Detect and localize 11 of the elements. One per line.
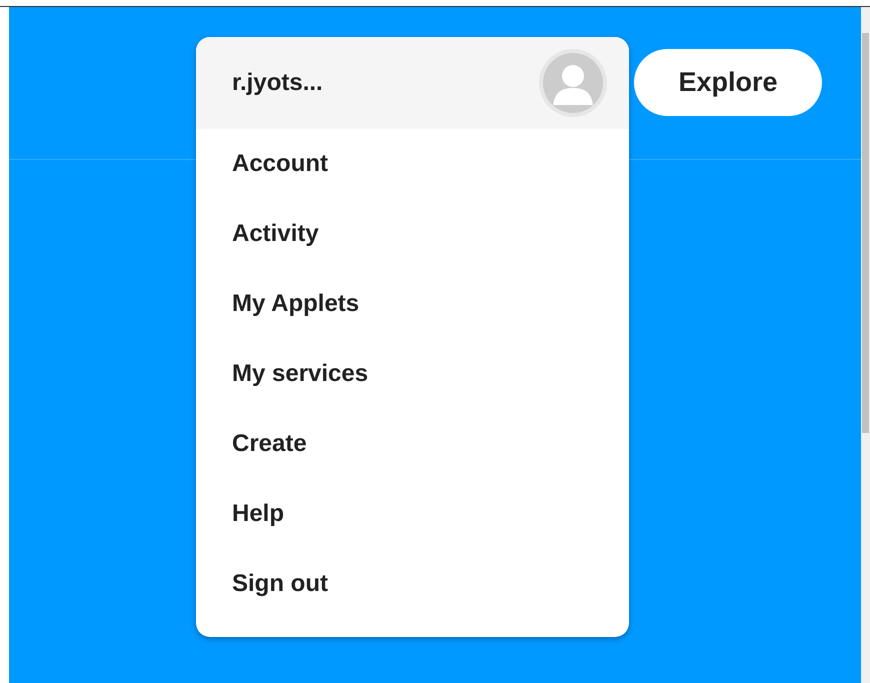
account-header[interactable]: r.jyots...: [196, 37, 629, 129]
menu-item[interactable]: My Applets: [232, 286, 360, 322]
explore-button[interactable]: Explore: [634, 49, 822, 116]
menu-item[interactable]: Activity: [232, 216, 319, 252]
menu-item[interactable]: Create: [232, 426, 307, 462]
menu-item[interactable]: Help: [232, 496, 284, 532]
username: r.jyots...: [232, 68, 323, 98]
menu-item[interactable]: My services: [232, 356, 368, 392]
avatar-icon: [539, 49, 607, 117]
menu-item[interactable]: Sign out: [232, 566, 328, 602]
menu-item[interactable]: Account: [232, 146, 328, 182]
